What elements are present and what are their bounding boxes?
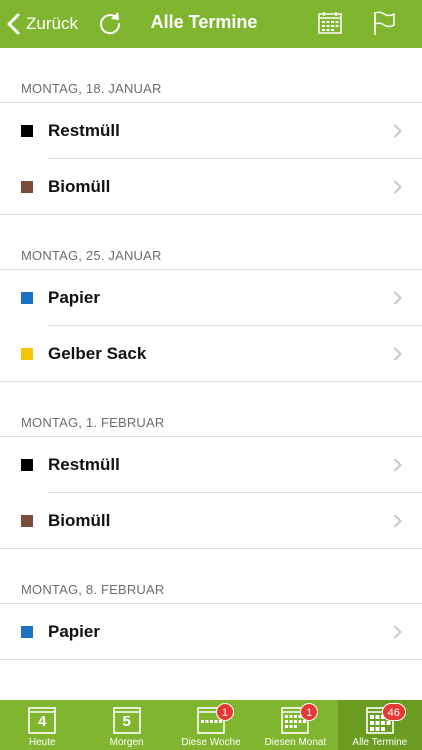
tab-label: Morgen xyxy=(109,737,144,748)
tab-bar: 4 Heute 5 Morgen 1 Diese Woche 1 Diesen … xyxy=(0,700,422,750)
day-number: 4 xyxy=(38,713,47,730)
item-label: Papier xyxy=(48,622,100,641)
tab-diese-woche[interactable]: 1 Diese Woche xyxy=(169,700,253,750)
notification-badge: 46 xyxy=(381,703,406,721)
item-label: Restmüll xyxy=(48,121,120,140)
list-item[interactable]: Gelber Sack xyxy=(0,326,422,382)
section-header: MONTAG, 1. FEBRUAR xyxy=(0,382,422,437)
chevron-right-icon xyxy=(393,180,402,194)
calendar-icon[interactable] xyxy=(318,11,342,35)
chevron-left-icon xyxy=(7,13,20,35)
calendar-day-icon: 5 xyxy=(112,705,142,735)
chevron-right-icon xyxy=(393,347,402,361)
tab-label: Heute xyxy=(28,737,56,748)
color-swatch xyxy=(21,626,33,638)
item-label: Papier xyxy=(48,288,100,307)
list-item[interactable]: Restmüll xyxy=(0,103,422,159)
color-swatch xyxy=(21,125,33,137)
navigation-bar: Zurück Alle Termine xyxy=(0,0,422,48)
tab-heute[interactable]: 4 Heute xyxy=(0,700,84,750)
list-item[interactable]: Biomüll xyxy=(0,493,422,549)
flag-icon[interactable] xyxy=(371,10,397,36)
notification-badge: 1 xyxy=(215,703,234,721)
color-swatch xyxy=(21,515,33,527)
item-label: Biomüll xyxy=(48,511,111,530)
section-date: MONTAG, 8. FEBRUAR xyxy=(21,582,165,597)
item-label: Gelber Sack xyxy=(48,344,147,363)
color-swatch xyxy=(21,348,33,360)
chevron-right-icon xyxy=(393,514,402,528)
color-swatch xyxy=(21,459,33,471)
calendar-day-icon: 4 xyxy=(27,705,57,735)
list-item[interactable]: Restmüll xyxy=(0,437,422,493)
tab-alle-termine[interactable]: 46 Alle Termine xyxy=(337,700,422,750)
refresh-icon[interactable] xyxy=(97,10,123,36)
item-label: Biomüll xyxy=(48,177,111,196)
section-header: MONTAG, 18. JANUAR xyxy=(0,48,422,103)
day-number: 5 xyxy=(122,713,131,730)
chevron-right-icon xyxy=(393,625,402,639)
list-item[interactable]: Papier xyxy=(0,270,422,326)
section-date: MONTAG, 1. FEBRUAR xyxy=(21,415,165,430)
list-item[interactable]: Papier xyxy=(0,604,422,660)
app-screen: Zurück Alle Termine MONTAG, 18. JANUAR R… xyxy=(0,0,422,750)
item-label: Restmüll xyxy=(48,455,120,474)
tab-label: Diese Woche xyxy=(181,737,241,748)
section-date: MONTAG, 25. JANUAR xyxy=(21,248,162,263)
tab-label: Alle Termine xyxy=(352,737,408,748)
section-header: MONTAG, 8. FEBRUAR xyxy=(0,549,422,604)
back-label: Zurück xyxy=(26,14,78,33)
notification-badge: 1 xyxy=(300,703,319,721)
section-header: MONTAG, 25. JANUAR xyxy=(0,215,422,270)
color-swatch xyxy=(21,292,33,304)
section-date: MONTAG, 18. JANUAR xyxy=(21,81,162,96)
chevron-right-icon xyxy=(393,291,402,305)
list-item[interactable]: Biomüll xyxy=(0,159,422,215)
tab-diesen-monat[interactable]: 1 Diesen Monat xyxy=(253,700,337,750)
tab-morgen[interactable]: 5 Morgen xyxy=(84,700,168,750)
tab-label: Diesen Monat xyxy=(264,737,327,748)
appointment-list[interactable]: MONTAG, 18. JANUAR Restmüll Biomüll MONT… xyxy=(0,48,422,700)
chevron-right-icon xyxy=(393,458,402,472)
page-title: Alle Termine xyxy=(150,12,258,32)
color-swatch xyxy=(21,181,33,193)
chevron-right-icon xyxy=(393,124,402,138)
back-button[interactable]: Zurück xyxy=(6,10,78,38)
